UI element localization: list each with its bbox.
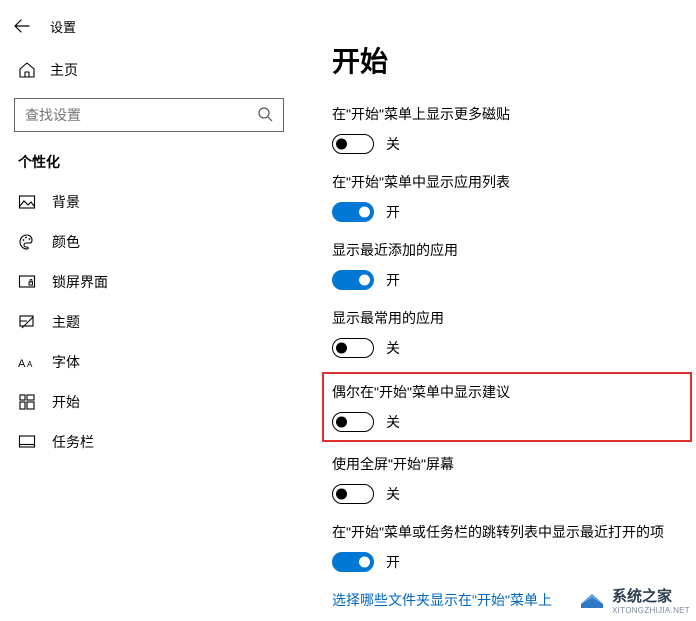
toggle-knob (359, 207, 370, 218)
toggle-switch[interactable] (332, 134, 374, 154)
toggle-state-text: 关 (386, 134, 400, 154)
home-nav[interactable]: 主页 (0, 52, 300, 88)
setting-label: 显示最常用的应用 (332, 308, 686, 328)
sidebar-item-start[interactable]: 开始 (0, 382, 300, 422)
taskbar-icon (18, 433, 36, 451)
toggle-switch[interactable] (332, 338, 374, 358)
sidebar-item-taskbar[interactable]: 任务栏 (0, 422, 300, 462)
setting-group: 在"开始"菜单上显示更多磁贴关 (332, 104, 686, 154)
nav-list: 背景 颜色 锁屏界面 主题 AA 字体 开始 (0, 182, 300, 462)
toggle-state-text: 关 (386, 338, 400, 358)
watermark: 系统之家 XITONGZHIJIA.NET (578, 585, 690, 615)
home-label: 主页 (50, 60, 78, 80)
toggle-state-text: 开 (386, 202, 400, 222)
toggle-row: 开 (332, 552, 686, 572)
search-icon (257, 106, 273, 125)
main-content: 开始 在"开始"菜单上显示更多磁贴关在"开始"菜单中显示应用列表开显示最近添加的… (300, 0, 696, 621)
setting-group: 使用全屏"开始"屏幕关 (332, 454, 686, 504)
image-icon (18, 193, 36, 211)
sidebar-item-themes[interactable]: 主题 (0, 302, 300, 342)
toggle-switch[interactable] (332, 202, 374, 222)
toggle-switch[interactable] (332, 552, 374, 572)
search-row (0, 88, 300, 146)
setting-group: 显示最近添加的应用开 (332, 240, 686, 290)
setting-label: 使用全屏"开始"屏幕 (332, 454, 686, 474)
font-icon: AA (18, 353, 36, 371)
toggle-knob (336, 343, 347, 354)
setting-label: 偶尔在"开始"菜单中显示建议 (332, 382, 682, 402)
setting-group: 显示最常用的应用关 (332, 308, 686, 358)
toggle-row: 关 (332, 134, 686, 154)
toggle-knob (336, 417, 347, 428)
back-button[interactable] (12, 16, 32, 36)
setting-label: 在"开始"菜单上显示更多磁贴 (332, 104, 686, 124)
lockscreen-icon (18, 273, 36, 291)
page-title: 开始 (332, 40, 686, 80)
toggle-knob (359, 557, 370, 568)
toggle-switch[interactable] (332, 484, 374, 504)
palette-icon (18, 233, 36, 251)
watermark-text: 系统之家 (612, 588, 672, 605)
setting-label: 在"开始"菜单或任务栏的跳转列表中显示最近打开的项 (332, 522, 686, 542)
toggle-state-text: 关 (386, 412, 400, 432)
sidebar-item-background[interactable]: 背景 (0, 182, 300, 222)
toggle-switch[interactable] (332, 270, 374, 290)
section-header: 个性化 (0, 146, 300, 182)
sidebar-item-label: 背景 (52, 192, 80, 212)
sidebar-item-label: 锁屏界面 (52, 272, 108, 292)
toggle-row: 关 (332, 484, 686, 504)
toggle-state-text: 开 (386, 552, 400, 572)
setting-group: 在"开始"菜单中显示应用列表开 (332, 172, 686, 222)
sidebar-item-label: 任务栏 (52, 432, 94, 452)
watermark-logo-icon (578, 586, 606, 614)
svg-text:A: A (18, 358, 26, 370)
search-box[interactable] (14, 98, 284, 132)
setting-label: 显示最近添加的应用 (332, 240, 686, 260)
home-icon (18, 61, 36, 79)
sidebar-item-fonts[interactable]: AA 字体 (0, 342, 300, 382)
toggle-state-text: 关 (386, 484, 400, 504)
toggle-row: 开 (332, 270, 686, 290)
sidebar-item-label: 主题 (52, 312, 80, 332)
search-input[interactable] (25, 107, 257, 123)
sidebar-item-lockscreen[interactable]: 锁屏界面 (0, 262, 300, 302)
toggle-switch[interactable] (332, 412, 374, 432)
start-icon (18, 393, 36, 411)
sidebar: 设置 主页 个性化 背景 颜色 (0, 0, 300, 621)
sidebar-item-colors[interactable]: 颜色 (0, 222, 300, 262)
toggle-knob (336, 139, 347, 150)
setting-group: 偶尔在"开始"菜单中显示建议关 (322, 372, 692, 442)
setting-label: 在"开始"菜单中显示应用列表 (332, 172, 686, 192)
window-title: 设置 (50, 17, 76, 36)
toggle-state-text: 开 (386, 270, 400, 290)
topbar: 设置 (0, 10, 300, 52)
toggle-knob (336, 489, 347, 500)
sidebar-item-label: 字体 (52, 352, 80, 372)
toggle-row: 开 (332, 202, 686, 222)
toggle-row: 关 (332, 412, 682, 432)
toggle-knob (359, 275, 370, 286)
arrow-left-icon (14, 18, 30, 34)
sidebar-item-label: 颜色 (52, 232, 80, 252)
theme-icon (18, 313, 36, 331)
sidebar-item-label: 开始 (52, 392, 80, 412)
svg-text:A: A (27, 360, 33, 369)
toggle-row: 关 (332, 338, 686, 358)
watermark-sub: XITONGZHIJIA.NET (612, 606, 690, 615)
setting-group: 在"开始"菜单或任务栏的跳转列表中显示最近打开的项开 (332, 522, 686, 572)
